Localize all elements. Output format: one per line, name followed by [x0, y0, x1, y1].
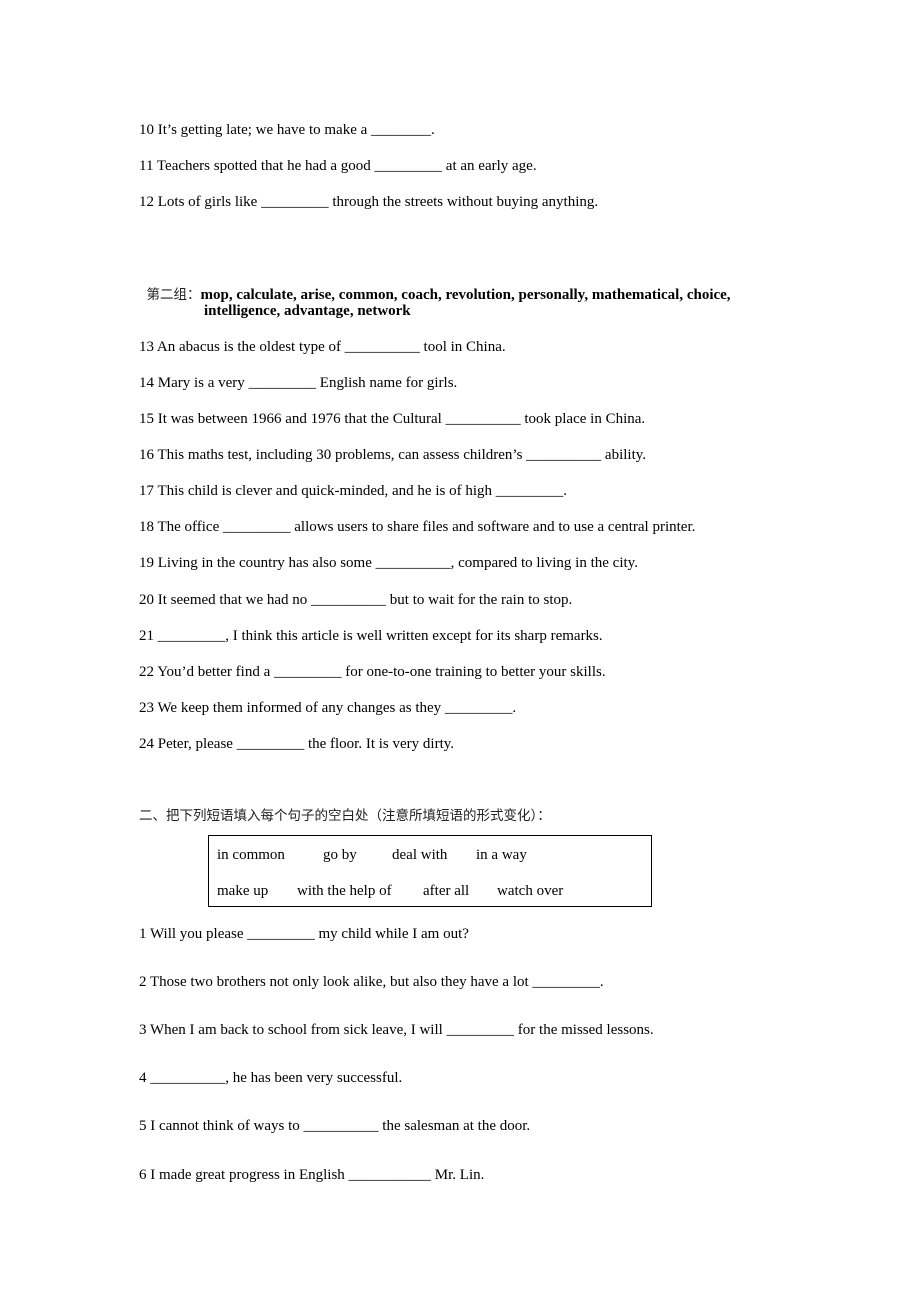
phrase-exercise-item-4: 4 __________, he has been very successfu… — [139, 1070, 403, 1086]
exercise-item-22: 22 You’d better find a _________ for one… — [139, 664, 606, 680]
exercise-item-19: 19 Living in the country has also some _… — [139, 555, 638, 571]
group2-header: 第二组：mop, calculate, arise, common, coach… — [139, 265, 731, 305]
exercise-item-16: 16 This maths test, including 30 problem… — [139, 447, 647, 463]
phrase-watch-over: watch over — [497, 883, 564, 899]
exercise-item-10: 10 It’s getting late; we have to make a … — [139, 122, 435, 138]
exercise-item-17: 17 This child is clever and quick-minded… — [139, 483, 567, 499]
phrase-exercise-item-1: 1 Will you please _________ my child whi… — [139, 926, 469, 942]
phrase-with-the-help-of: with the help of — [297, 883, 392, 899]
exercise-item-15: 15 It was between 1966 and 1976 that the… — [139, 411, 646, 427]
phrase-in-common: in common — [217, 847, 285, 863]
phrase-go-by: go by — [323, 847, 357, 863]
exercise-item-11: 11 Teachers spotted that he had a good _… — [139, 158, 537, 174]
exercise-item-23: 23 We keep them informed of any changes … — [139, 700, 517, 716]
exercise-item-12: 12 Lots of girls like _________ through … — [139, 194, 599, 210]
phrase-exercise-item-6: 6 I made great progress in English _____… — [139, 1167, 485, 1183]
exercise-item-13: 13 An abacus is the oldest type of _____… — [139, 339, 506, 355]
phrase-make-up: make up — [217, 883, 269, 899]
exercise-item-24: 24 Peter, please _________ the floor. It… — [139, 736, 455, 752]
phrase-exercise-item-5: 5 I cannot think of ways to __________ t… — [139, 1118, 531, 1134]
part2-heading: 二、把下列短语填入每个句子的空白处（注意所填短语的形式变化）： — [139, 808, 551, 824]
exercise-item-21: 21 _________, I think this article is we… — [139, 628, 603, 644]
exercise-item-18: 18 The office _________ allows users to … — [139, 519, 696, 535]
exercise-item-20: 20 It seemed that we had no __________ b… — [139, 592, 573, 608]
phrase-deal-with: deal with — [392, 847, 448, 863]
phrase-after-all: after all — [423, 883, 470, 899]
phrase-in-a-way: in a way — [476, 847, 527, 863]
group2-words-line2: intelligence, advantage, network — [204, 303, 411, 319]
phrase-exercise-item-3: 3 When I am back to school from sick lea… — [139, 1022, 654, 1038]
group2-label: 第二组： — [146, 287, 201, 303]
phrase-bank-box: in common go by deal with in a way make … — [208, 835, 652, 907]
exercise-item-14: 14 Mary is a very _________ English name… — [139, 375, 458, 391]
phrase-exercise-item-2: 2 Those two brothers not only look alike… — [139, 974, 604, 990]
